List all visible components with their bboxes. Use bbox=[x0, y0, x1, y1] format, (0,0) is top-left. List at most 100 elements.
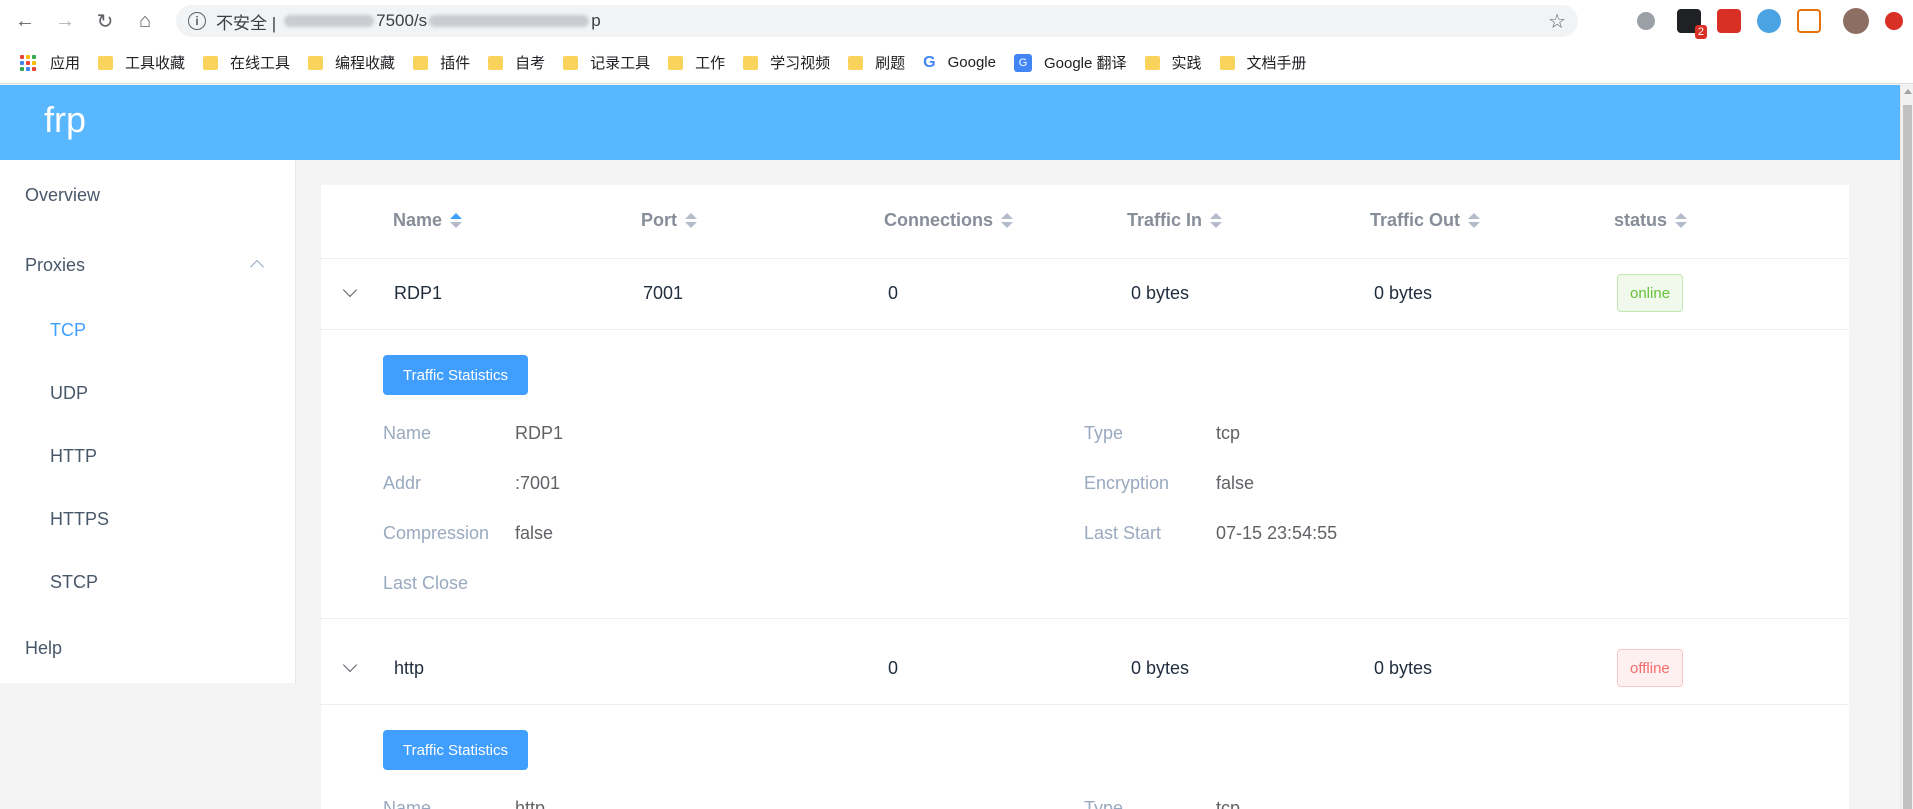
detail-label-name: Name bbox=[383, 798, 432, 809]
app-brand[interactable]: frp bbox=[44, 99, 86, 141]
detail-value-last-start: 07-15 23:54:55 bbox=[1216, 523, 1338, 543]
bookmark-item[interactable]: 在线工具 bbox=[203, 52, 290, 73]
sort-icon bbox=[1001, 213, 1014, 228]
detail-label-last-start: Last Start bbox=[1084, 523, 1162, 543]
bookmark-label: 应用 bbox=[50, 55, 81, 72]
column-header-port[interactable]: Port bbox=[641, 210, 697, 231]
bookmark-item[interactable]: 应用 bbox=[20, 52, 80, 73]
row-detail-panel: Traffic Statistics Name RDP1 Addr :7001 … bbox=[321, 330, 1849, 619]
detail-value-compression: false bbox=[515, 523, 554, 543]
chevron-up-icon[interactable] bbox=[249, 259, 265, 275]
bookmark-label: 编程收藏 bbox=[335, 55, 396, 72]
status-badge: online bbox=[1617, 274, 1684, 312]
bookmark-label: 文档手册 bbox=[1246, 55, 1307, 72]
proxy-table: Name Port Connections Traffic In Traffic… bbox=[321, 185, 1849, 809]
address-bar[interactable]: i 不安全 | 7500/s p ☆ bbox=[176, 5, 1578, 37]
sidebar-item-udp[interactable]: UDP bbox=[50, 383, 88, 404]
bookmark-label: 实践 bbox=[1171, 55, 1202, 72]
folder-icon bbox=[743, 55, 759, 70]
home-icon[interactable]: ⌂ bbox=[130, 6, 160, 36]
url-redacted bbox=[284, 15, 375, 27]
sidebar-item-proxies[interactable]: Proxies bbox=[25, 255, 85, 276]
detail-value-type: tcp bbox=[1216, 798, 1241, 809]
bookmark-label: 插件 bbox=[440, 55, 471, 72]
sidebar-item-help[interactable]: Help bbox=[25, 638, 62, 659]
url-text: 7500/s bbox=[376, 11, 428, 30]
sidebar-item-tcp[interactable]: TCP bbox=[50, 320, 86, 341]
column-header-status[interactable]: status bbox=[1614, 210, 1688, 231]
folder-icon bbox=[203, 55, 219, 70]
status-badge: offline bbox=[1617, 649, 1683, 687]
bookmark-star-icon[interactable]: ☆ bbox=[1548, 9, 1566, 34]
sidebar-item-overview[interactable]: Overview bbox=[25, 185, 100, 206]
bookmark-item[interactable]: G Google bbox=[923, 54, 996, 72]
extension-circle-icon[interactable] bbox=[1637, 12, 1655, 30]
bookmark-label: 工作 bbox=[695, 55, 726, 72]
browser-toolbar: ← → ↻ ⌂ i 不安全 | 7500/s p ☆ 2 bbox=[0, 0, 1913, 42]
column-header-traffic-out[interactable]: Traffic Out bbox=[1370, 210, 1481, 231]
extensions-area: 2 bbox=[1637, 6, 1913, 39]
sidebar-item-http[interactable]: HTTP bbox=[50, 446, 97, 467]
extension-people-icon[interactable] bbox=[1797, 9, 1821, 33]
bookmark-label: 刷题 bbox=[875, 55, 906, 72]
update-icon[interactable] bbox=[1885, 12, 1903, 30]
extension-badge-icon[interactable]: 2 bbox=[1677, 9, 1707, 39]
cell-port: 7001 bbox=[643, 283, 684, 303]
extension-red-icon[interactable] bbox=[1717, 9, 1741, 33]
bookmark-item[interactable]: 工具收藏 bbox=[98, 52, 185, 73]
column-header-connections[interactable]: Connections bbox=[884, 210, 1014, 231]
column-header-traffic-in[interactable]: Traffic In bbox=[1127, 210, 1223, 231]
google-translate-icon: G bbox=[1013, 53, 1032, 72]
table-row[interactable]: RDP1 7001 0 0 bytes 0 bytes online bbox=[321, 259, 1849, 330]
cell-name: RDP1 bbox=[394, 283, 443, 303]
bookmark-label: 自考 bbox=[515, 55, 546, 72]
bookmark-label: Google bbox=[947, 54, 996, 71]
back-arrow-icon[interactable]: ← bbox=[10, 6, 40, 36]
folder-icon bbox=[1219, 55, 1235, 70]
detail-label-compression: Compression bbox=[383, 523, 490, 543]
traffic-statistics-button[interactable]: Traffic Statistics bbox=[383, 355, 528, 395]
reload-icon[interactable]: ↻ bbox=[90, 6, 120, 36]
column-header-name[interactable]: Name bbox=[393, 210, 463, 231]
bookmark-item[interactable]: G Google 翻译 bbox=[1013, 52, 1127, 73]
bookmark-label: 工具收藏 bbox=[125, 55, 186, 72]
detail-label-type: Type bbox=[1084, 798, 1124, 809]
bookmark-item[interactable]: 自考 bbox=[488, 52, 545, 73]
bookmark-item[interactable]: 文档手册 bbox=[1219, 52, 1307, 73]
detail-label-name: Name bbox=[383, 423, 432, 443]
table-row[interactable]: http 0 0 bytes 0 bytes offline bbox=[321, 634, 1849, 705]
folder-icon bbox=[488, 55, 504, 70]
sidebar-menu: Overview Proxies TCP UDP HTTP HTTPS STCP… bbox=[0, 160, 296, 683]
bookmark-item[interactable]: 学习视频 bbox=[743, 52, 830, 73]
detail-value-name: http bbox=[515, 798, 546, 809]
profile-avatar[interactable] bbox=[1843, 8, 1869, 34]
apps-grid-icon bbox=[20, 54, 36, 71]
bookmark-item[interactable]: 记录工具 bbox=[563, 52, 650, 73]
detail-label-last-close: Last Close bbox=[383, 573, 469, 593]
page-scrollbar[interactable] bbox=[1900, 85, 1913, 809]
bookmark-item[interactable]: 插件 bbox=[413, 52, 470, 73]
sort-icon bbox=[1675, 213, 1688, 228]
extension-check-icon[interactable] bbox=[1757, 9, 1781, 33]
info-icon[interactable]: i bbox=[188, 12, 206, 30]
bookmark-item[interactable]: 实践 bbox=[1144, 52, 1202, 73]
sidebar-item-stcp[interactable]: STCP bbox=[50, 572, 98, 593]
expand-chevron-icon[interactable] bbox=[342, 657, 358, 673]
folder-icon bbox=[1144, 55, 1160, 70]
forward-arrow-icon[interactable]: → bbox=[50, 6, 80, 36]
detail-label-addr: Addr bbox=[383, 473, 422, 493]
scroll-up-arrow-icon[interactable] bbox=[1904, 89, 1912, 94]
detail-value-type: tcp bbox=[1216, 423, 1241, 443]
google-icon: G bbox=[923, 53, 936, 71]
bookmark-item[interactable]: 编程收藏 bbox=[308, 52, 395, 73]
sort-icon bbox=[1468, 213, 1481, 228]
scroll-thumb[interactable] bbox=[1903, 105, 1912, 809]
security-label: 不安全 | bbox=[216, 13, 277, 33]
traffic-statistics-button[interactable]: Traffic Statistics bbox=[383, 730, 528, 770]
detail-value-name: RDP1 bbox=[515, 423, 564, 443]
bookmark-item[interactable]: 刷题 bbox=[848, 52, 905, 73]
folder-icon bbox=[848, 55, 864, 70]
sidebar-item-https[interactable]: HTTPS bbox=[50, 509, 109, 530]
bookmark-item[interactable]: 工作 bbox=[668, 52, 725, 73]
expand-chevron-icon[interactable] bbox=[342, 282, 358, 298]
